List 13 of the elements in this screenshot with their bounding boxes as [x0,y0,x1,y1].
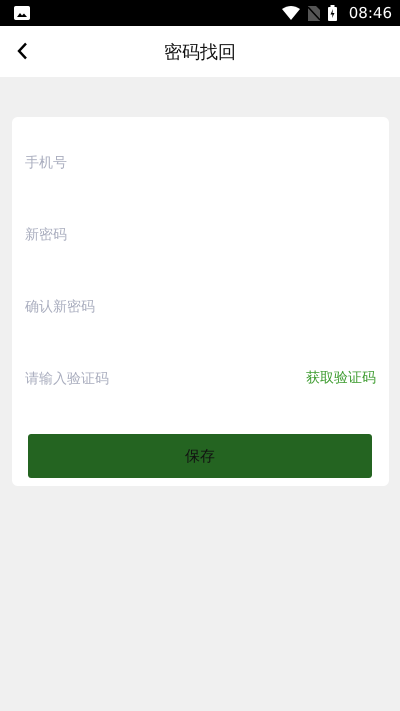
save-button[interactable]: 保存 [28,434,372,478]
battery-charging-icon [328,5,337,21]
back-icon [16,42,28,60]
input-field[interactable]: 请输入验证码 [25,371,306,387]
input-field[interactable]: 新密码 [25,227,376,243]
input-field[interactable]: 确认新密码 [25,299,376,315]
image-icon [14,6,30,20]
get-code-link[interactable]: 获取验证码 [306,368,376,386]
no-sim-icon [308,6,320,20]
input-field[interactable]: 手机号 [25,155,376,171]
wifi-icon [282,6,300,20]
status-time: 08:46 [348,4,392,22]
page-title: 密码找回 [164,40,236,64]
